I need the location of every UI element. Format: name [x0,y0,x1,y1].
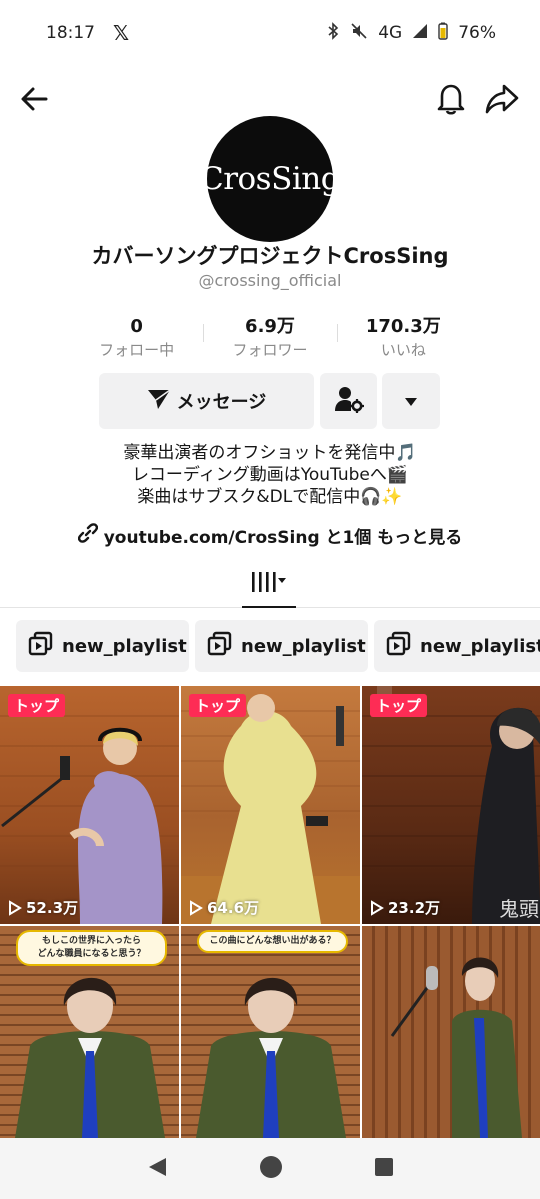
stat-likes-value: 170.3万 [365,316,441,337]
playlist-label: new_playlist [420,635,540,657]
playlist-icon [28,631,54,662]
stat-following-value: 0 [130,316,143,337]
tab-videos[interactable] [242,566,296,608]
mute-icon [350,22,368,45]
share-icon[interactable] [484,82,520,116]
video-thumbnail[interactable] [362,926,540,1138]
stat-likes[interactable]: 170.3万 いいね [336,314,470,362]
more-dropdown-button[interactable] [382,373,440,429]
battery-icon [438,22,448,45]
link-icon [77,523,98,548]
view-count: 64.6万 [189,897,259,918]
playlist-chip[interactable]: new_playlist [16,620,189,672]
view-count: 52.3万 [8,897,78,918]
video-thumbnail[interactable]: トップ 64.6万 [181,686,360,924]
stat-followers-value: 6.9万 [245,316,295,337]
content-tabs [0,560,540,608]
video-thumbnail[interactable]: トップ 23.2万 鬼頭 [362,686,540,924]
bio-line-2: レコーディング動画はYouTubeへ🎬 [131,465,409,485]
play-icon [9,899,22,916]
system-nav-bar [0,1138,540,1199]
playlist-chip[interactable]: new_playlist [374,620,540,672]
caption-line-1: この曲にどんな想い出がある？ [209,936,336,946]
bio-line-1: 豪華出演者のオフショットを発信中🎵 [123,443,417,463]
playlist-row: new_playlist new_playlist new_playlist [16,620,540,672]
video-thumbnail[interactable]: トップ 52.3万 [0,686,179,924]
caption-line-1: もしこの世界に入ったら [41,936,141,946]
profile-bio: 豪華出演者のオフショットを発信中🎵 レコーディング動画はYouTubeへ🎬 楽曲… [0,442,540,508]
playlist-icon [386,631,412,662]
video-caption: この曲にどんな想い出がある？ [197,930,348,953]
bio-line-3: 楽曲はサブスク&DLで配信中🎧✨ [137,487,403,507]
profile-link[interactable]: youtube.com/CrosSing と1個 もっと見る [0,523,540,548]
stat-likes-label: いいね [380,341,426,359]
view-count-text: 64.6万 [207,899,260,917]
link-text: youtube.com/CrosSing と1個 もっと見る [103,528,463,548]
top-badge: トップ [8,694,66,717]
view-count-text: 52.3万 [26,899,79,917]
play-icon [371,899,384,916]
view-count-text: 23.2万 [388,899,441,917]
playlist-chip[interactable]: new_playlist [195,620,368,672]
stat-following[interactable]: 0 フォロー中 [70,314,203,362]
user-gear-icon [334,385,364,417]
home-circle-icon[interactable] [259,1155,283,1183]
top-badge: トップ [370,694,428,717]
video-caption: もしこの世界に入ったら どんな職員になると思う？ [16,930,167,966]
profile-name: カバーソングプロジェクトCrosSing [91,244,449,268]
back-arrow-icon[interactable] [18,82,52,116]
status-bar: 18:17 𝕏 4G 76% [0,0,540,66]
recents-square-icon[interactable] [374,1157,394,1181]
video-grid: トップ 52.3万 トップ 64.6万 トップ 23.2万 鬼頭 もしこの世界に… [0,686,540,1138]
battery-percent: 76% [458,23,496,43]
bell-icon[interactable] [434,80,468,116]
bluetooth-icon [326,21,340,45]
top-badge: トップ [189,694,247,717]
play-icon [190,899,203,916]
avatar-logo-text: CrosSing [199,161,341,197]
video-thumbnail[interactable]: この曲にどんな想い出がある？ [181,926,360,1138]
stat-followers-label: フォロワー [232,341,308,359]
x-app-icon: 𝕏 [113,21,130,45]
send-icon [147,388,171,415]
signal-icon [412,23,428,44]
caption-line-2: どんな職員になると思う？ [37,949,146,959]
grid-bars-icon [249,570,289,598]
user-settings-button[interactable] [320,373,377,429]
video-thumbnail[interactable]: もしこの世界に入ったら どんな職員になると思う？ [0,926,179,1138]
top-nav [0,80,540,120]
message-button-label: メッセージ [176,392,267,413]
overlay-text: 鬼頭 [499,897,539,921]
profile-handle: @crossing_official [198,271,342,290]
playlist-icon [207,631,233,662]
stat-followers[interactable]: 6.9万 フォロワー [203,314,336,362]
playlist-label: new_playlist [62,635,187,657]
message-button[interactable]: メッセージ [99,373,314,429]
profile-stats: 0 フォロー中 6.9万 フォロワー 170.3万 いいね [70,314,470,362]
stat-following-label: フォロー中 [99,341,175,359]
playlist-label: new_playlist [241,635,366,657]
avatar[interactable]: CrosSing [200,116,341,242]
network-type: 4G [378,23,403,43]
clock: 18:17 [46,23,95,43]
view-count: 23.2万 [370,897,440,918]
caret-down-icon [404,392,418,411]
back-triangle-icon[interactable] [146,1156,168,1182]
